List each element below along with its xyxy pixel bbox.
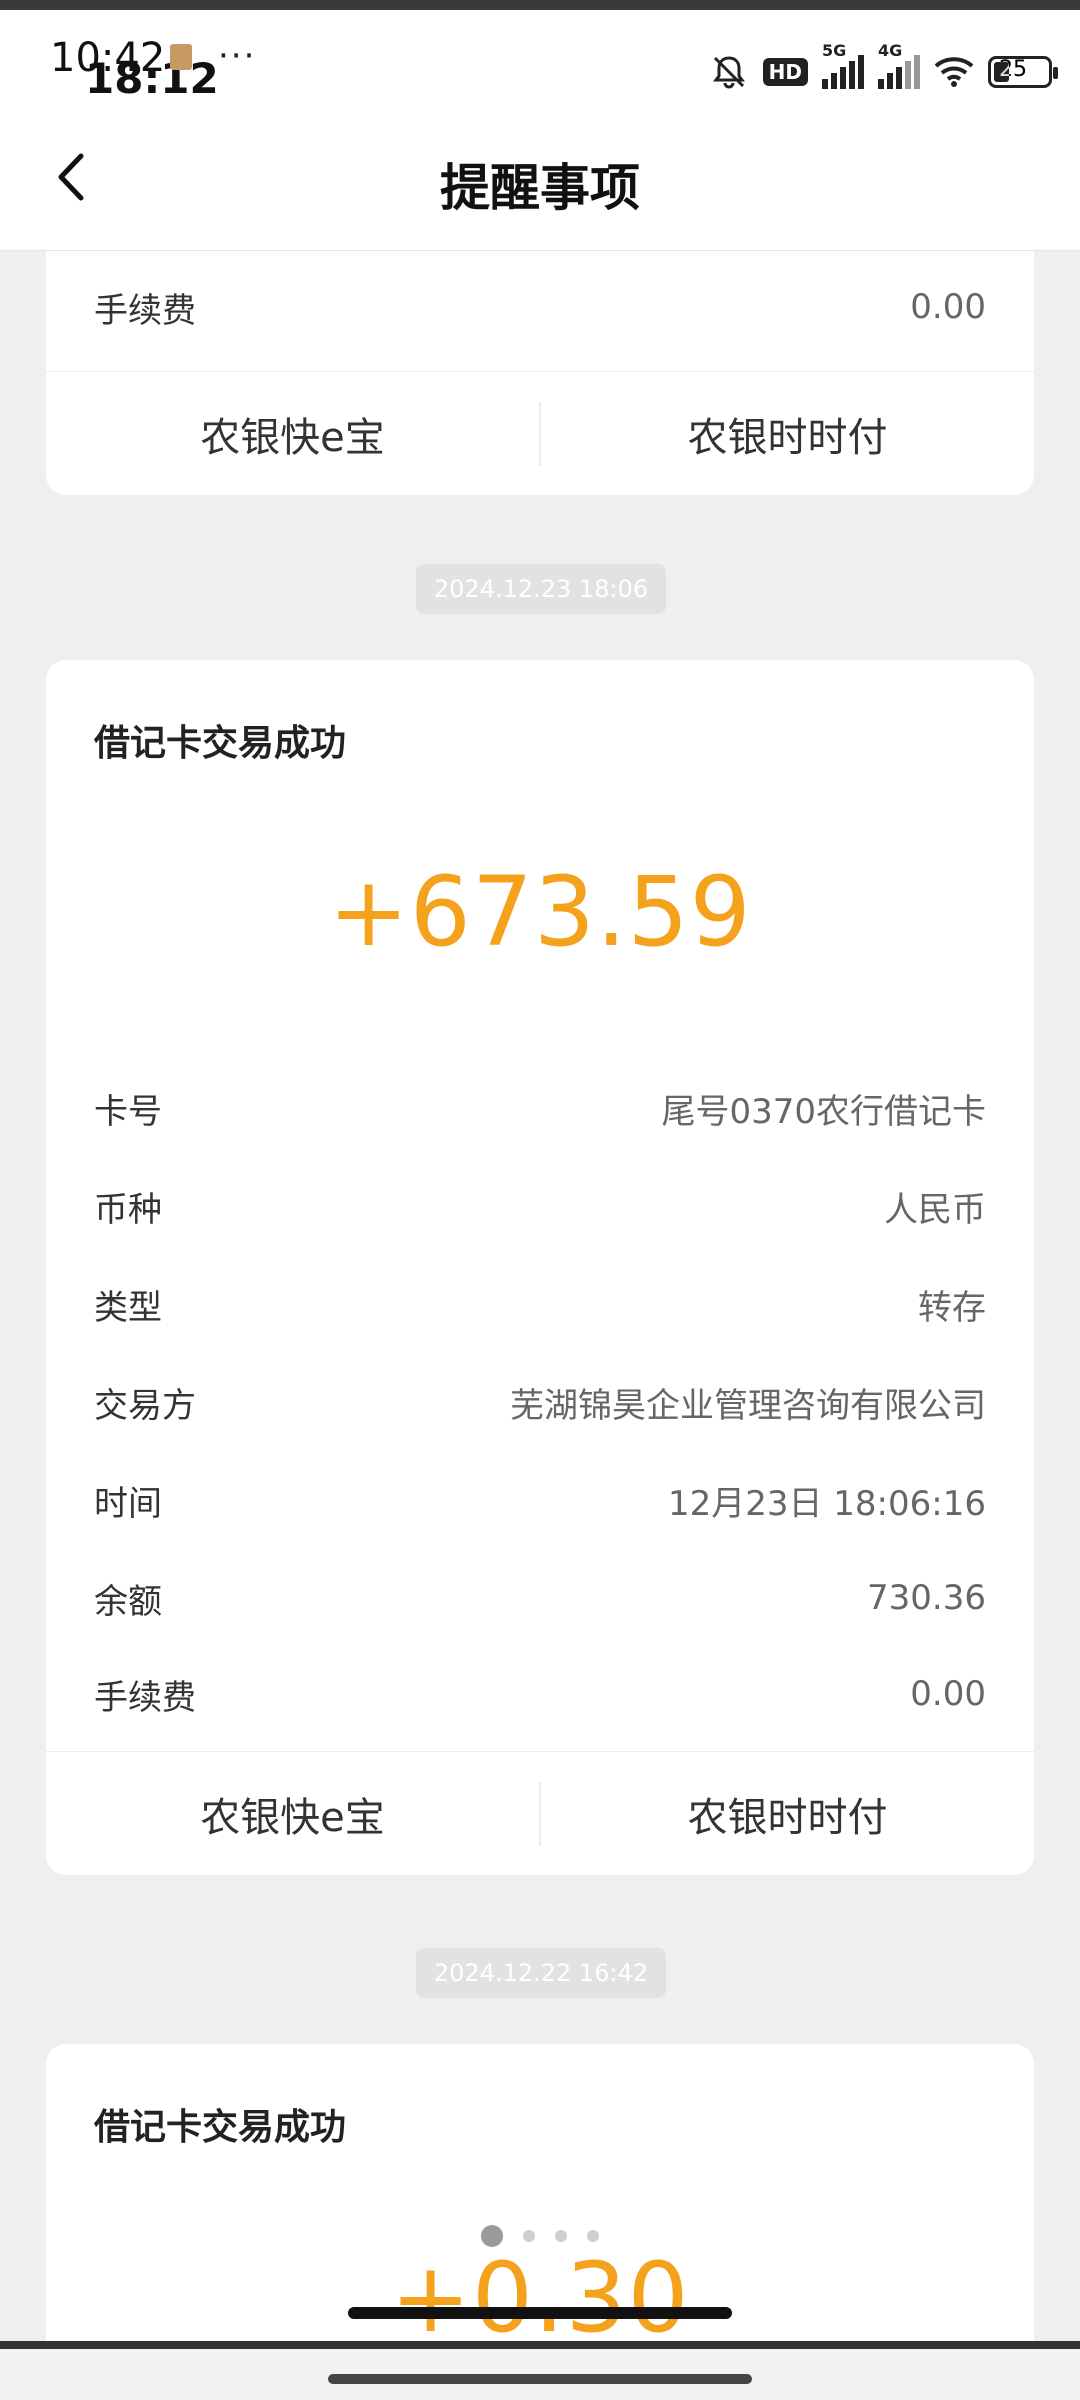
detail-value: 0.00 <box>910 287 986 327</box>
shishi-fu-button[interactable]: 农银时时付 <box>541 372 1034 496</box>
kuai-e-bao-button[interactable]: 农银快e宝 <box>46 1752 539 1876</box>
status-time: 18:12 <box>85 54 219 103</box>
detail-row-counterparty: 交易方 芜湖锦昊企业管理咨询有限公司 <box>94 1372 986 1432</box>
transaction-card: 手续费 0.00 农银快e宝 农银时时付 <box>46 251 1034 495</box>
detail-label: 余额 <box>94 1581 162 1622</box>
card-title: 借记卡交易成功 <box>94 723 347 764</box>
home-indicator[interactable] <box>348 2307 732 2319</box>
page-dot <box>587 2230 599 2242</box>
detail-row-type: 类型 转存 <box>94 1274 986 1334</box>
transaction-card: 借记卡交易成功 +0.30 <box>46 2044 1034 2341</box>
card-actions: 农银快e宝 农银时时付 <box>46 1751 1034 1876</box>
transaction-amount: +0.30 <box>390 2242 690 2341</box>
system-gesture-bar[interactable] <box>328 2374 752 2384</box>
status-icons: HD 5G 4G 25 <box>709 40 1058 104</box>
detail-label: 类型 <box>94 1287 162 1328</box>
detail-label: 手续费 <box>94 1677 196 1718</box>
screen-bottom-edge <box>0 2341 1080 2349</box>
nav-bar: 提醒事项 <box>0 102 1080 251</box>
detail-value: 芜湖锦昊企业管理咨询有限公司 <box>510 1385 986 1426</box>
network-4g-label: 4G <box>878 41 903 60</box>
page-indicator <box>0 2225 1080 2247</box>
transaction-amount: +673.59 <box>328 856 752 968</box>
battery-icon: 25 <box>988 56 1058 88</box>
page-dot <box>555 2230 567 2242</box>
bell-muted-icon <box>712 56 745 89</box>
battery-level: 25 <box>999 57 1027 82</box>
network-5g-label: 5G <box>822 41 847 60</box>
detail-row-time: 时间 12月23日 18:06:16 <box>94 1470 986 1530</box>
detail-value: 12月23日 18:06:16 <box>667 1483 986 1524</box>
detail-value: 人民币 <box>884 1189 986 1230</box>
page-dot <box>523 2230 535 2242</box>
detail-label: 交易方 <box>94 1385 196 1426</box>
transaction-card: 借记卡交易成功 +673.59 卡号 尾号0370农行借记卡 币种 人民币 类型… <box>46 660 1034 1875</box>
card-actions: 农银快e宝 农银时时付 <box>46 371 1034 496</box>
wifi-icon <box>934 57 974 87</box>
detail-row-fee: 手续费 0.00 <box>94 1664 986 1724</box>
hd-icon: HD <box>762 58 808 86</box>
page-title: 提醒事项 <box>440 159 640 217</box>
message-timestamp: 2024.12.22 16:42 <box>416 1948 666 1998</box>
page-dot-active <box>481 2225 503 2247</box>
detail-row-balance: 余额 730.36 <box>94 1568 986 1628</box>
card-title: 借记卡交易成功 <box>94 2107 347 2148</box>
detail-value: 730.36 <box>867 1578 986 1618</box>
signal-5g-icon: 5G <box>822 41 864 89</box>
signal-4g-icon: 4G <box>878 41 920 89</box>
kuai-e-bao-button[interactable]: 农银快e宝 <box>46 372 539 496</box>
detail-value: 0.00 <box>910 1674 986 1714</box>
notification-list[interactable]: 手续费 0.00 农银快e宝 农银时时付 2024.12.23 18:06 借记… <box>0 251 1080 2341</box>
status-bar: 10:42 18:12 ··· HD 5G 4G 25 <box>0 10 1080 102</box>
screen-top-edge <box>0 0 1080 10</box>
detail-row-card-number: 卡号 尾号0370农行借记卡 <box>94 1078 986 1138</box>
detail-label: 手续费 <box>94 290 196 331</box>
detail-value: 转存 <box>918 1287 986 1328</box>
detail-value: 尾号0370农行借记卡 <box>661 1091 986 1132</box>
detail-row-currency: 币种 人民币 <box>94 1176 986 1236</box>
detail-label: 时间 <box>94 1483 162 1524</box>
more-notifications-icon: ··· <box>218 36 257 76</box>
notification-app-icon <box>170 44 192 70</box>
detail-row-fee: 手续费 0.00 <box>94 277 986 337</box>
message-timestamp: 2024.12.23 18:06 <box>416 564 666 614</box>
detail-label: 卡号 <box>94 1091 162 1132</box>
shishi-fu-button[interactable]: 农银时时付 <box>541 1752 1034 1876</box>
detail-label: 币种 <box>94 1189 162 1230</box>
